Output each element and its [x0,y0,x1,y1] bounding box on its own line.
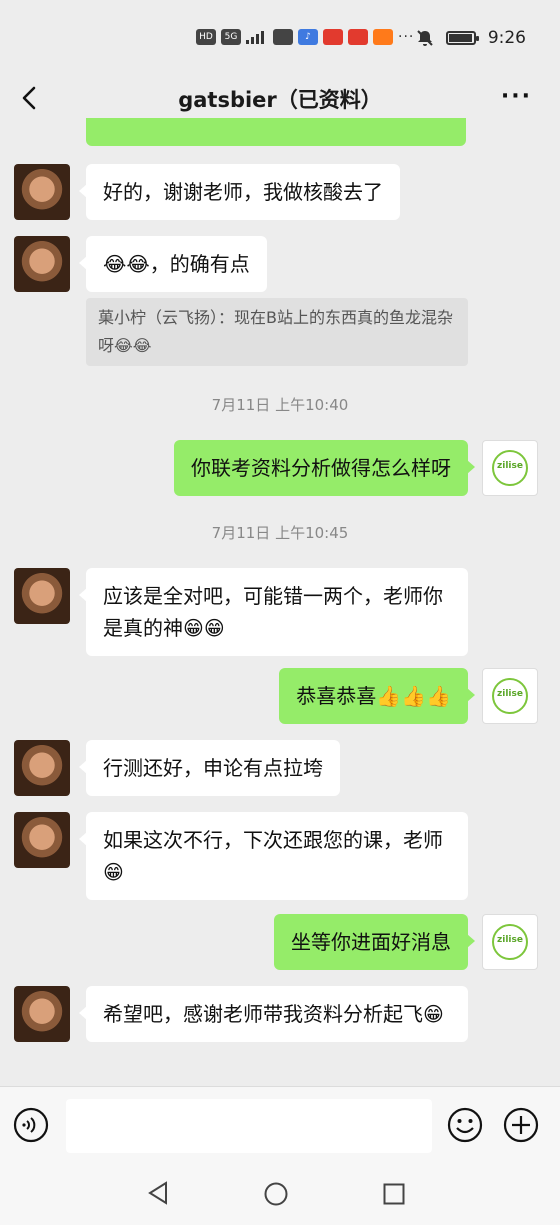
message-input[interactable] [66,1099,432,1153]
self-avatar[interactable]: zilise [482,668,538,724]
timestamp: 7月11日 上午10:40 [211,396,349,414]
chat-title: gatsbier（已资料） [178,88,382,112]
contact-avatar[interactable] [14,236,70,292]
more-notifications-icon: ··· [398,29,415,45]
plus-icon[interactable] [502,1106,540,1144]
nav-back-icon[interactable] [146,1180,170,1206]
quoted-message[interactable]: 菓小柠（云飞扬）：现在B站上的东西真的鱼龙混杂呀😂😂 [86,298,468,366]
status-icons-left: HD 5G ♪ ··· [196,29,414,45]
system-nav-bar [0,1164,560,1225]
clock: 9:26 [487,28,526,48]
message-bubble[interactable]: 恭喜恭喜👍👍👍 [279,668,475,724]
contact-avatar[interactable] [14,568,70,624]
nav-recent-icon[interactable] [383,1183,405,1205]
emoji-icon[interactable] [446,1106,484,1144]
message-bubble[interactable]: 如果这次不行，下次还跟您的课，老师😁 [79,812,468,900]
app-notification-icon [273,29,293,45]
video-app-icon [373,29,393,45]
news-icon [323,29,343,45]
red-app-icon [348,29,368,45]
message-bubble[interactable]: 应该是全对吧，可能错一两个，老师你是真的神😁😁 [79,568,468,656]
contact-avatar[interactable] [14,164,70,220]
message-bubble[interactable]: 你联考资料分析做得怎么样呀 [174,440,475,496]
contact-avatar[interactable] [14,812,70,868]
voice-icon[interactable] [12,1106,50,1144]
message-bubble[interactable]: 好的，谢谢老师，我做核酸去了 [79,164,400,220]
timestamp: 7月11日 上午10:45 [211,524,349,542]
5g-icon: 5G [221,29,241,45]
self-avatar[interactable]: zilise [482,914,538,970]
contact-avatar[interactable] [14,986,70,1042]
battery-icon [445,31,479,45]
status-icons-right: 9:26 [416,28,526,48]
message-bubble[interactable]: 行测还好，申论有点拉垮 [79,740,340,796]
input-bar [0,1086,560,1165]
message-bubble[interactable]: 😂😂，的确有点 [79,236,267,292]
self-avatar[interactable]: zilise [482,440,538,496]
mute-bell-icon [417,30,433,46]
signal-icon [246,30,268,44]
hd-icon: HD [196,29,216,45]
contact-avatar[interactable] [14,740,70,796]
music-icon: ♪ [298,29,318,45]
message-bubble[interactable]: 坐等你进面好消息 [274,914,475,970]
chat-header: gatsbier（已资料） ··· [0,78,560,118]
message-list[interactable]: 好的，谢谢老师，我做核酸去了 😂😂，的确有点 菓小柠（云飞扬）：现在B站上的东西… [0,118,560,1086]
partial-message-bubble[interactable] [86,118,466,146]
nav-home-icon[interactable] [264,1182,288,1206]
message-bubble[interactable]: 希望吧，感谢老师带我资料分析起飞😁 [79,986,468,1042]
status-bar: HD 5G ♪ ··· 9:26 [0,0,560,78]
ellipsis-icon[interactable]: ··· [501,84,532,109]
